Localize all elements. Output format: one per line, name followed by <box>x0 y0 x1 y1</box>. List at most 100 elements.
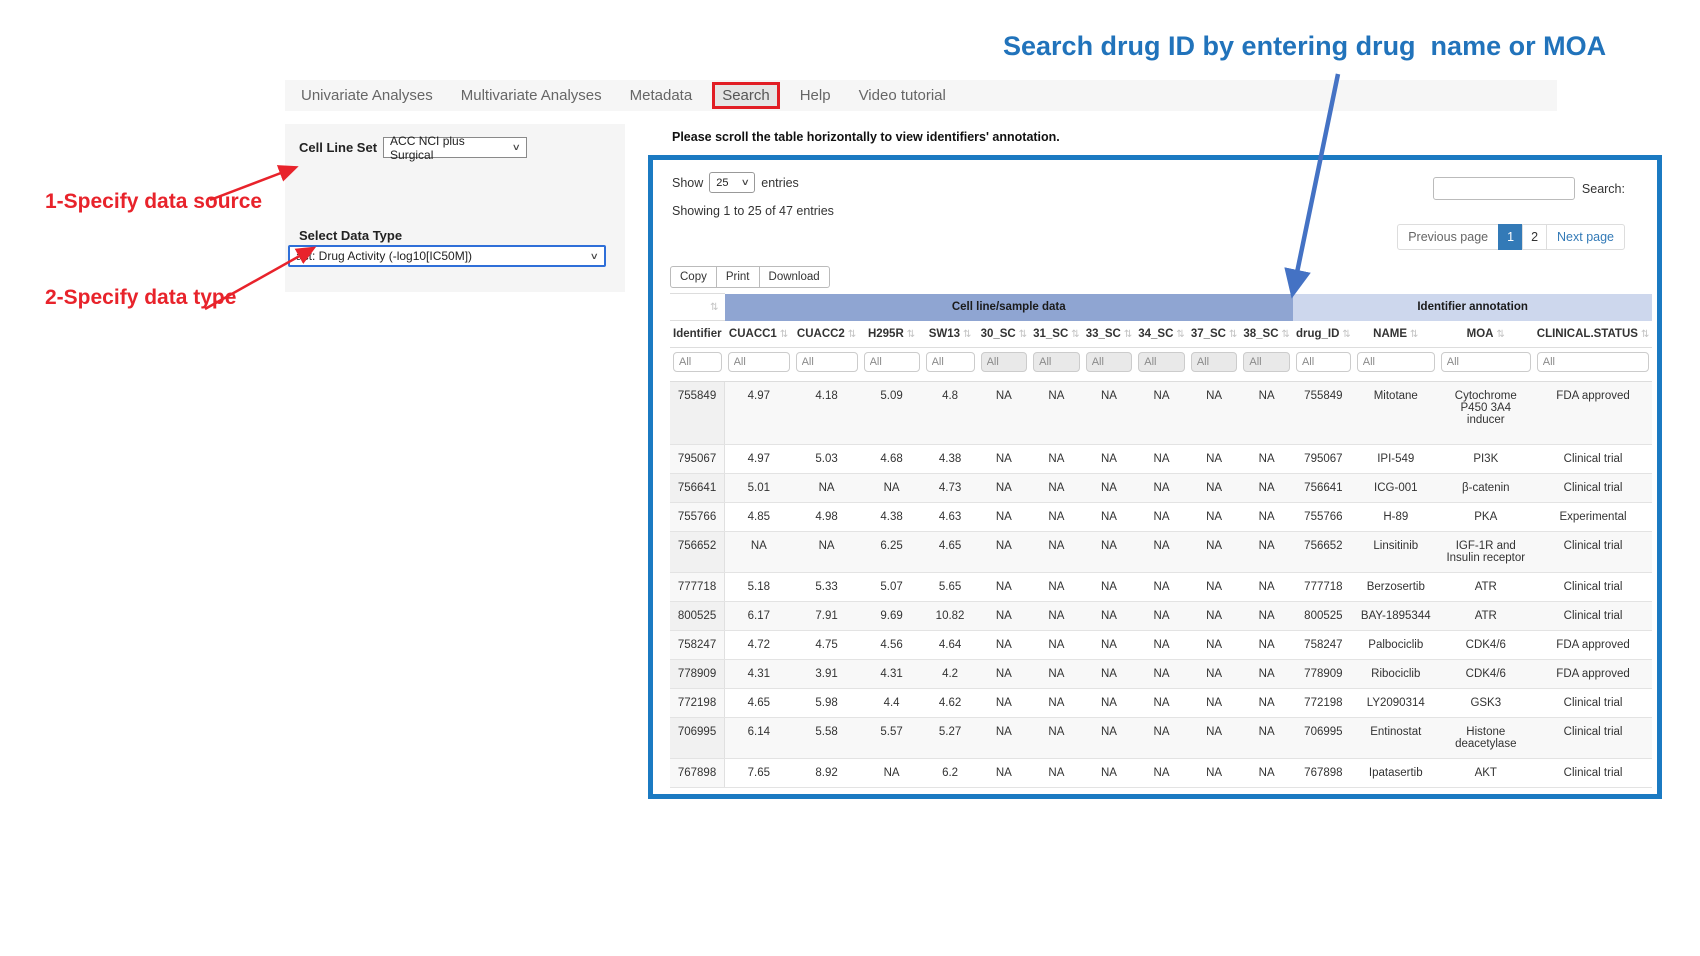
previous-page-button[interactable]: Previous page <box>1397 224 1499 250</box>
cell: NA <box>978 503 1031 532</box>
column-header-Identifier[interactable]: Identifier <box>670 321 725 348</box>
sort-icon: ⇅ <box>907 329 915 340</box>
table-row[interactable]: 7678987.658.92NA6.2NANANANANANA767898Ipa… <box>670 759 1652 788</box>
filter-input-drug_ID[interactable] <box>1296 352 1351 372</box>
filter-input-NAME[interactable] <box>1357 352 1435 372</box>
data-type-value: act: Drug Activity (-log10[IC50M]) <box>296 249 472 263</box>
cell: Clinical trial <box>1534 602 1653 631</box>
page-length-select[interactable]: 25 ∨ <box>709 172 755 193</box>
cell: 5.58 <box>793 718 861 759</box>
cell: NA <box>1135 718 1188 759</box>
sort-icon: ⇅ <box>1019 329 1027 340</box>
cell: 800525 <box>670 602 725 631</box>
print-button[interactable]: Print <box>716 266 760 288</box>
cell: 5.01 <box>725 474 793 503</box>
column-header-31_SC[interactable]: 31_SC⇅ <box>1030 321 1083 348</box>
column-header-H295R[interactable]: H295R⇅ <box>861 321 923 348</box>
column-header-33_SC[interactable]: 33_SC⇅ <box>1083 321 1136 348</box>
cell: 777718 <box>1293 573 1354 602</box>
download-button[interactable]: Download <box>759 266 830 288</box>
filter-input-31_SC <box>1033 352 1080 372</box>
filter-input-H295R[interactable] <box>864 352 920 372</box>
cell: NA <box>1240 445 1293 474</box>
cell: FDA approved <box>1534 660 1653 689</box>
filter-input-CLINICAL.STATUS[interactable] <box>1537 352 1650 372</box>
filter-input-MOA[interactable] <box>1441 352 1531 372</box>
cell: Ipatasertib <box>1354 759 1438 788</box>
column-header-NAME[interactable]: NAME⇅ <box>1354 321 1438 348</box>
filter-input-33_SC <box>1086 352 1133 372</box>
table-row[interactable]: 7721984.655.984.44.62NANANANANANA772198L… <box>670 689 1652 718</box>
cell: 4.2 <box>923 660 978 689</box>
cell: NA <box>1030 718 1083 759</box>
cell: 4.65 <box>923 532 978 573</box>
column-header-MOA[interactable]: MOA⇅ <box>1438 321 1534 348</box>
cell: BAY-1895344 <box>1354 602 1438 631</box>
copy-button[interactable]: Copy <box>670 266 717 288</box>
column-header-34_SC[interactable]: 34_SC⇅ <box>1135 321 1188 348</box>
column-header-38_SC[interactable]: 38_SC⇅ <box>1240 321 1293 348</box>
filter-input-Identifier[interactable] <box>673 352 722 372</box>
nav-tab-video-tutorial[interactable]: Video tutorial <box>859 87 946 104</box>
table-row[interactable]: 7566415.01NANA4.73NANANANANANA756641ICG-… <box>670 474 1652 503</box>
cell: 767898 <box>670 759 725 788</box>
export-buttons: Copy Print Download <box>670 266 830 288</box>
next-page-button[interactable]: Next page <box>1546 224 1625 250</box>
column-header-CUACC1[interactable]: CUACC1⇅ <box>725 321 793 348</box>
chevron-down-icon: ∨ <box>740 177 749 188</box>
cell: 9.69 <box>861 602 923 631</box>
nav-tab-univariate-analyses[interactable]: Univariate Analyses <box>301 87 433 104</box>
cell: NA <box>1030 474 1083 503</box>
nav-tab-search[interactable]: Search <box>722 87 770 104</box>
search-input[interactable] <box>1433 177 1575 200</box>
column-header-37_SC[interactable]: 37_SC⇅ <box>1188 321 1241 348</box>
identifier-sort-header[interactable]: ⇅ <box>670 294 725 321</box>
column-header-CLINICAL.STATUS[interactable]: CLINICAL.STATUS⇅ <box>1534 321 1653 348</box>
filter-cell <box>670 348 725 382</box>
cell: NA <box>793 474 861 503</box>
column-header-CUACC2[interactable]: CUACC2⇅ <box>793 321 861 348</box>
table-row[interactable]: 7789094.313.914.314.2NANANANANANA778909R… <box>670 660 1652 689</box>
app-canvas: Search drug ID by entering drug name or … <box>0 0 1700 956</box>
table-row[interactable]: 7582474.724.754.564.64NANANANANANA758247… <box>670 631 1652 660</box>
cell: NA <box>1240 573 1293 602</box>
cell: Ribociclib <box>1354 660 1438 689</box>
cell: PI3K <box>1438 445 1534 474</box>
filter-cell <box>923 348 978 382</box>
cell: 4.85 <box>725 503 793 532</box>
column-header-drug_ID[interactable]: drug_ID⇅ <box>1293 321 1354 348</box>
cell: NA <box>978 631 1031 660</box>
cell: NA <box>978 689 1031 718</box>
cell: 5.57 <box>861 718 923 759</box>
nav-tab-help[interactable]: Help <box>800 87 831 104</box>
table-row[interactable]: 7557664.854.984.384.63NANANANANANA755766… <box>670 503 1652 532</box>
table-row[interactable]: 7777185.185.335.075.65NANANANANANA777718… <box>670 573 1652 602</box>
nav-tab-multivariate-analyses[interactable]: Multivariate Analyses <box>461 87 602 104</box>
filter-cell <box>1438 348 1534 382</box>
column-header-30_SC[interactable]: 30_SC⇅ <box>978 321 1031 348</box>
group-header-identifier-annotation: Identifier annotation <box>1293 294 1652 321</box>
table-row[interactable]: 7950674.975.034.684.38NANANANANANA795067… <box>670 445 1652 474</box>
cell: NA <box>1083 445 1136 474</box>
page-1-button[interactable]: 1 <box>1498 224 1523 250</box>
table-row[interactable]: 7558494.974.185.094.8NANANANANANA755849M… <box>670 382 1652 445</box>
table-row[interactable]: 756652NANA6.254.65NANANANANANA756652Lins… <box>670 532 1652 573</box>
cell-line-set-select[interactable]: ACC NCI plus Surgical ∨ <box>383 137 527 158</box>
filter-cell <box>861 348 923 382</box>
scroll-hint-text: Please scroll the table horizontally to … <box>672 130 1060 144</box>
cell: 772198 <box>670 689 725 718</box>
cell: NA <box>1030 631 1083 660</box>
column-header-SW13[interactable]: SW13⇅ <box>923 321 978 348</box>
cell: NA <box>1030 689 1083 718</box>
table-row[interactable]: 7069956.145.585.575.27NANANANANANA706995… <box>670 718 1652 759</box>
cell: 756652 <box>1293 532 1354 573</box>
nav-tab-metadata[interactable]: Metadata <box>630 87 693 104</box>
page-2-button[interactable]: 2 <box>1522 224 1547 250</box>
cell: 800525 <box>1293 602 1354 631</box>
filter-input-SW13[interactable] <box>926 352 975 372</box>
table-row[interactable]: 8005256.177.919.6910.82NANANANANANA80052… <box>670 602 1652 631</box>
filter-input-CUACC2[interactable] <box>796 352 858 372</box>
filter-input-CUACC1[interactable] <box>728 352 790 372</box>
data-type-select[interactable]: act: Drug Activity (-log10[IC50M]) ∨ <box>288 245 606 267</box>
cell: Experimental <box>1534 503 1653 532</box>
